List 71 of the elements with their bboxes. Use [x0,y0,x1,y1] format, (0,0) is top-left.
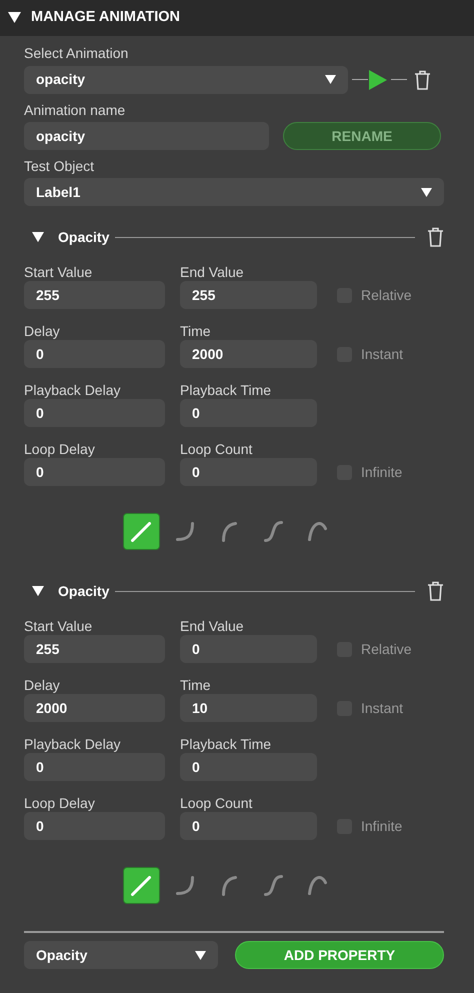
curve-icon [176,876,194,895]
play-icon[interactable] [368,70,388,90]
curve-icon [131,876,151,896]
field-label: Delay [24,676,61,694]
field-label: Loop Delay [24,794,96,812]
curve-icon [264,521,282,542]
caret-icon [325,75,336,84]
number-input[interactable]: 0 [180,458,317,486]
field-label: End Value [180,263,245,281]
field-label: Time [180,676,212,694]
number-input[interactable]: 0 [24,399,165,427]
trash-icon[interactable] [427,581,444,601]
field-label: Playback Time [180,735,272,753]
curve-icon [222,522,236,542]
curve-icon [264,875,282,896]
name-input[interactable]: opacity [24,122,269,150]
easing-button[interactable] [122,513,160,550]
field-label: Animation name [24,100,126,118]
property-title: Opacity [58,582,110,601]
field-label: Loop Count [180,794,254,812]
field-label: Loop Count [180,440,254,458]
field-label: Playback Time [180,381,272,399]
number-input[interactable]: 10 [180,694,317,722]
panel-title: MANAGE ANIMATION [31,8,180,28]
easing-button[interactable] [122,867,160,904]
caret-icon [195,950,206,960]
number-input[interactable]: 255 [24,635,165,663]
number-input[interactable]: 0 [24,340,165,368]
curve-icon [131,522,151,542]
field-label: Test Object [24,157,96,175]
curve-icon [308,876,326,896]
object-dropdown[interactable]: Label1 [24,178,444,206]
number-input[interactable]: 255 [24,281,165,309]
field-label: Select Animation [24,44,130,62]
number-input[interactable]: 2000 [180,340,317,368]
checkbox-label: Infinite [361,816,402,836]
property-dropdown[interactable]: Opacity [24,941,218,969]
panel-header[interactable]: MANAGE ANIMATION [0,0,474,36]
curve-icon [176,522,194,541]
field-label: Start Value [24,617,94,635]
number-input[interactable]: 0 [24,458,165,486]
number-input[interactable]: 0 [24,753,165,781]
number-input[interactable]: 0 [180,399,317,427]
checkbox-label: Relative [361,286,412,304]
property-title: Opacity [58,228,110,247]
curve-icon [308,522,326,542]
number-input[interactable]: 0 [180,635,317,663]
number-input[interactable]: 2000 [24,694,165,722]
field-label: Delay [24,322,61,340]
number-input[interactable]: 0 [180,812,317,840]
checkbox-label: Instant [361,344,404,364]
field-label: Start Value [24,263,94,281]
checkbox-label: Infinite [361,462,402,482]
trash-icon[interactable] [414,70,431,90]
number-input[interactable]: 255 [180,281,317,309]
field-label: Time [180,322,212,340]
collapse-icon[interactable] [32,232,44,242]
number-input[interactable]: 0 [24,812,165,840]
checkbox-label: Relative [361,640,412,658]
field-label: Loop Delay [24,440,96,458]
field-label: Playback Delay [24,381,122,399]
animation-dropdown[interactable]: opacity [24,66,348,94]
number-input[interactable]: 0 [180,753,317,781]
field-label: End Value [180,617,245,635]
expand-icon[interactable] [8,12,21,24]
caret-icon [421,188,432,196]
checkbox-label: Instant [361,698,404,718]
curve-icon [222,876,236,896]
collapse-icon[interactable] [32,586,44,596]
field-label: Playback Delay [24,735,122,753]
trash-icon[interactable] [427,227,444,247]
